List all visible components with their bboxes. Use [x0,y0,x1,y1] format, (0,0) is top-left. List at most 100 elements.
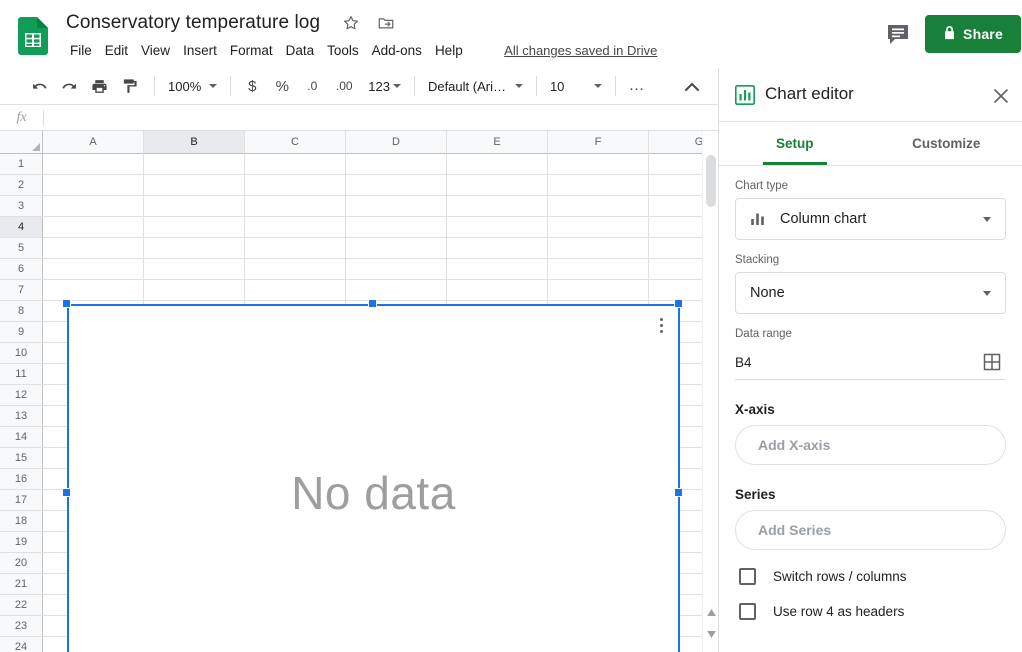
corner-triangle-icon [32,143,40,151]
row-header-10[interactable]: 10 [0,343,43,364]
undo-icon[interactable] [26,73,52,99]
decrease-decimal-button[interactable]: .0 [299,73,325,99]
row-header-21[interactable]: 21 [0,574,43,595]
row-header-14[interactable]: 14 [0,427,43,448]
print-icon[interactable] [86,73,112,99]
row-header-24[interactable]: 24 [0,637,43,652]
row-header-19[interactable]: 19 [0,532,43,553]
menu-item-tools[interactable]: Tools [321,40,365,61]
menu-item-data[interactable]: Data [280,40,321,61]
sheets-logo-icon[interactable] [18,17,48,55]
row-header-16[interactable]: 16 [0,469,43,490]
data-range-input[interactable]: B4 [735,346,1006,380]
menu-item-help[interactable]: Help [429,40,469,61]
row-header-23[interactable]: 23 [0,616,43,637]
tab-setup[interactable]: Setup [719,122,871,165]
chevron-down-icon [983,216,991,222]
comment-icon[interactable] [885,21,911,47]
menu-item-view[interactable]: View [135,40,176,61]
increase-decimal-button[interactable]: .00 [329,73,359,99]
column-header-d[interactable]: D [346,131,447,154]
tab-customize[interactable]: Customize [871,122,1022,165]
row-header-11[interactable]: 11 [0,364,43,385]
row-header-4[interactable]: 4 [0,217,43,238]
number-format-selector[interactable]: 123 [363,76,406,97]
data-range-label: Data range [735,328,792,340]
more-vert-icon[interactable] [652,314,670,336]
row-header-2[interactable]: 2 [0,175,43,196]
menu-item-edit[interactable]: Edit [99,40,134,61]
chart-resize-handle-top-left[interactable] [62,299,71,308]
scroll-up-icon[interactable] [703,604,719,620]
percent-format-button[interactable]: % [269,73,295,99]
select-all-corner[interactable] [0,131,43,154]
zoom-value: 100% [168,78,202,94]
menu-item-file[interactable]: File [64,40,98,61]
currency-format-button[interactable]: $ [239,73,265,99]
lock-icon [943,25,956,43]
font-size-selector[interactable]: 10 [545,76,607,97]
row-header-22[interactable]: 22 [0,595,43,616]
column-header-c[interactable]: C [245,131,346,154]
more-options-icon[interactable]: … [624,73,650,99]
font-family-selector[interactable]: Default (Ari… [423,76,528,97]
chevron-down-icon [983,290,991,296]
chart-resize-handle-middle-right[interactable] [674,488,683,497]
scroll-down-icon[interactable] [703,626,719,642]
add-series-button[interactable]: Add Series [735,510,1006,550]
row-header-6[interactable]: 6 [0,259,43,280]
chart-resize-handle-top-center[interactable] [368,299,377,308]
vertical-scrollbar[interactable] [702,131,718,652]
save-status-link[interactable]: All changes saved in Drive [504,43,657,58]
use-row-as-headers-checkbox[interactable] [739,603,756,620]
row-header-12[interactable]: 12 [0,385,43,406]
column-header-e[interactable]: E [447,131,548,154]
column-header-a[interactable]: A [43,131,144,154]
switch-rows-columns-checkbox-row[interactable]: Switch rows / columns [735,568,1006,585]
use-row-as-headers-label: Use row 4 as headers [773,604,905,619]
row-header-13[interactable]: 13 [0,406,43,427]
use-row-as-headers-checkbox-row[interactable]: Use row 4 as headers [735,603,1006,620]
chevron-down-icon [209,84,218,88]
collapse-toolbar-icon[interactable] [680,75,704,99]
row-header-20[interactable]: 20 [0,553,43,574]
formula-bar-divider [43,109,44,126]
chart-resize-handle-middle-left[interactable] [62,488,71,497]
data-range-value: B4 [735,355,752,370]
close-icon[interactable] [988,83,1014,109]
row-header-7[interactable]: 7 [0,280,43,301]
row-header-3[interactable]: 3 [0,196,43,217]
row-header-15[interactable]: 15 [0,448,43,469]
zoom-selector[interactable]: 100% [163,76,222,97]
share-button[interactable]: Share [925,15,1021,53]
switch-rows-columns-checkbox[interactable] [739,568,756,585]
row-header-17[interactable]: 17 [0,490,43,511]
chevron-down-icon [392,84,401,88]
column-header-b[interactable]: B [144,131,245,154]
row-header-9[interactable]: 9 [0,322,43,343]
row-header-18[interactable]: 18 [0,511,43,532]
redo-icon[interactable] [56,73,82,99]
font-size-value: 10 [549,78,565,94]
chart-type-select[interactable]: Column chart [735,198,1006,240]
menu-item-insert[interactable]: Insert [177,40,223,61]
row-header-8[interactable]: 8 [0,301,43,322]
menu-item-format[interactable]: Format [224,40,279,61]
document-title[interactable]: Conservatory temperature log [62,10,324,36]
select-range-icon[interactable] [982,352,1004,374]
column-header-f[interactable]: F [548,131,649,154]
switch-rows-columns-label: Switch rows / columns [773,569,907,584]
add-x-axis-button[interactable]: Add X-axis [735,425,1006,465]
google-sheets-window: Conservatory temperature log File Edit Vie… [0,0,1022,652]
chart-object[interactable]: No data [67,304,680,652]
vertical-scrollbar-thumb[interactable] [706,155,716,207]
menu-item-addons[interactable]: Add-ons [366,40,428,61]
chart-resize-handle-top-right[interactable] [674,299,683,308]
row-header-1[interactable]: 1 [0,154,43,175]
paint-format-icon[interactable] [116,73,142,99]
star-icon[interactable] [342,14,360,32]
stacking-select[interactable]: None [735,272,1006,314]
chart-editor-title: Chart editor [765,84,854,103]
row-header-5[interactable]: 5 [0,238,43,259]
move-to-folder-icon[interactable] [377,14,395,32]
